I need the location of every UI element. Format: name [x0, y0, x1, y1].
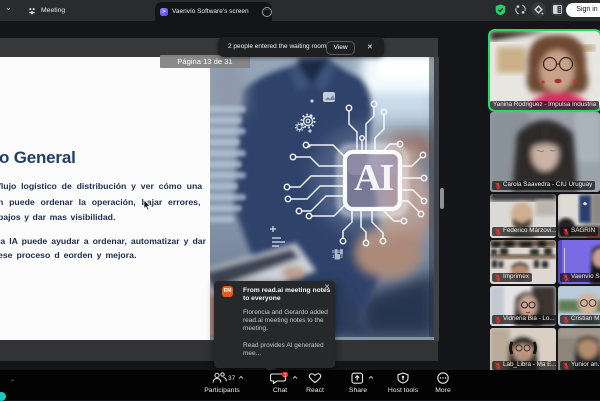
svg-text:1▓▓3: 1▓▓3 [332, 254, 343, 260]
svg-text:37: 37 [228, 375, 236, 382]
svg-text:AI: AI [354, 157, 393, 199]
svg-text:1: 1 [284, 373, 287, 379]
